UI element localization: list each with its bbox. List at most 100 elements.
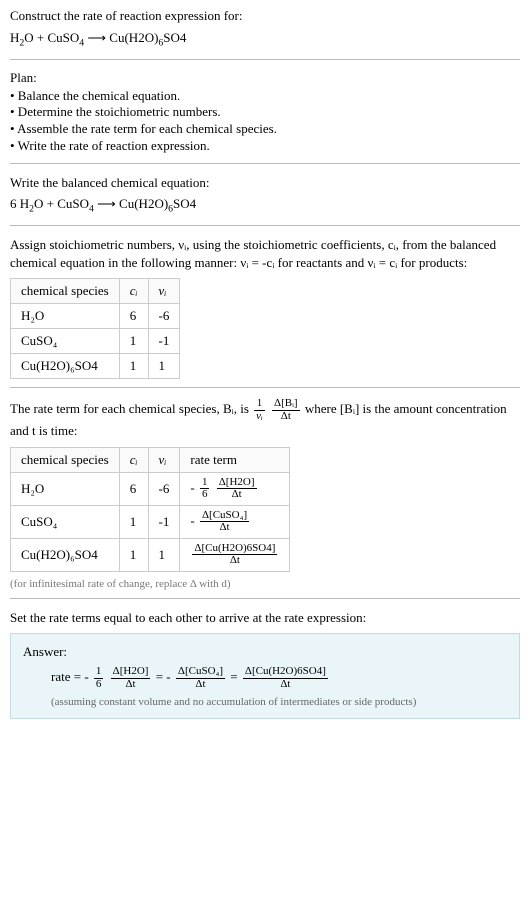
prompt-title: Construct the rate of reaction expressio… [10,8,520,24]
col-rate: rate term [180,447,290,472]
fraction: Δ[H2O]Δt [217,477,257,501]
t: O) [145,30,159,45]
fraction: 16 [94,666,104,690]
t: Δt [272,411,300,423]
rate-expression: rate = - 16 Δ[H2O]Δt = - Δ[CuSO₄]Δt = Δ[… [51,666,507,690]
cell: -6 [148,472,180,505]
t: Δ[Cu(H2O)6SO4] [243,666,328,679]
arrow-icon: ⟶ Cu(H [84,30,138,45]
rate-term-section: The rate term for each chemical species,… [10,398,520,590]
set-equal-section: Set the rate terms equal to each other t… [10,609,520,719]
col-ci: cᵢ [119,279,148,304]
fraction: 16 [200,477,210,501]
plan-item: • Balance the chemical equation. [10,88,520,105]
fraction: Δ[Cu(H2O)6SO4]Δt [192,543,277,567]
table-row: CuSO₄ 1 -1 - Δ[CuSO₄]Δt [11,505,290,538]
t: O + CuSO [34,196,89,211]
t: SO4 [163,30,186,45]
cell: 1 [119,354,148,379]
t: νᵢ [159,452,167,467]
t: Δ[CuSO₄] [176,666,225,679]
stoich-table: chemical species cᵢ νᵢ H₂O 6 -6 CuSO₄ 1 … [10,278,180,379]
cell: -1 [148,505,180,538]
divider [10,59,520,60]
t: The rate term for each chemical species,… [10,401,252,416]
cell: -1 [148,329,180,354]
fraction: Δ[H2O]Δt [111,666,151,690]
t: = [230,669,241,684]
divider [10,225,520,226]
t: O) [154,196,168,211]
cell: 1 [148,354,180,379]
col-ci: cᵢ [119,447,148,472]
table-row: H₂O 6 -6 - 16 Δ[H2O]Δt [11,472,290,505]
t: Δt [111,679,151,691]
t: Δt [243,679,328,691]
answer-title: Answer: [23,644,507,660]
t: νᵢ [159,283,167,298]
t: - [190,480,194,495]
fraction: Δ[Bᵢ]Δt [272,398,300,422]
cell: Cu(H2O)₆SO4 [11,538,120,571]
answer-note: (assuming constant volume and no accumul… [51,696,507,708]
t: Δt [176,679,225,691]
t: SO4 [173,196,196,211]
divider [10,387,520,388]
eq-text: H2O + CuSO4 ⟶ Cu(H2O)6SO4 [10,30,186,45]
t: = [156,669,167,684]
t: H [10,30,19,45]
plan-title: Plan: [10,70,520,86]
fraction: Δ[CuSO₄]Δt [176,666,225,690]
rate-term-text: The rate term for each chemical species,… [10,398,520,440]
t: 1 [94,666,104,679]
table-row: Cu(H2O)₆SO4 1 1 Δ[Cu(H2O)6SO4]Δt [11,538,290,571]
table-header-row: chemical species cᵢ νᵢ [11,279,180,304]
cell: H₂O [11,472,120,505]
t: - [84,669,88,684]
t: Δt [200,522,249,534]
cell: CuSO₄ [11,505,120,538]
plan-item: • Write the rate of reaction expression. [10,138,520,155]
t: Δ[Bᵢ] [272,398,300,411]
set-equal-text: Set the rate terms equal to each other t… [10,609,520,627]
cell: 6 [119,304,148,329]
t: Δt [217,489,257,501]
table-row: H₂O 6 -6 [11,304,180,329]
t: - [190,513,194,528]
plan-item: • Assemble the rate term for each chemic… [10,121,520,138]
fraction: Δ[Cu(H2O)6SO4]Δt [243,666,328,690]
t: Δ[H2O] [111,666,151,679]
t: 6 [200,489,210,501]
cell: 1 [119,329,148,354]
t: Δt [192,555,277,567]
cell: CuSO₄ [11,329,120,354]
rate-term-table: chemical species cᵢ νᵢ rate term H₂O 6 -… [10,447,290,572]
t: νᵢ [254,411,265,423]
cell: H₂O [11,304,120,329]
t: 6 [94,679,104,691]
cell: - Δ[CuSO₄]Δt [180,505,290,538]
plan-section: Plan: • Balance the chemical equation. •… [10,70,520,156]
balanced-section: Write the balanced chemical equation: 6 … [10,174,520,215]
t: cᵢ [130,452,138,467]
fraction: Δ[CuSO₄]Δt [200,510,249,534]
table-header-row: chemical species cᵢ νᵢ rate term [11,447,290,472]
balanced-equation: 6 H2O + CuSO4 ⟶ Cu(H2O)6SO4 [10,196,520,215]
answer-box: Answer: rate = - 16 Δ[H2O]Δt = - Δ[CuSO₄… [10,633,520,719]
cell: 1 [119,538,148,571]
cell: 1 [119,505,148,538]
plan-item: • Determine the stoichiometric numbers. [10,104,520,121]
t: - [166,669,170,684]
t: cᵢ [130,283,138,298]
cell: 1 [148,538,180,571]
t: rate = [51,669,84,684]
unbalanced-equation: H2O + CuSO4 ⟶ Cu(H2O)6SO4 [10,30,520,49]
col-species: chemical species [11,447,120,472]
table-row: Cu(H2O)₆SO4 1 1 [11,354,180,379]
cell: Cu(H2O)₆SO4 [11,354,120,379]
divider [10,598,520,599]
col-species: chemical species [11,279,120,304]
cell: Δ[Cu(H2O)6SO4]Δt [180,538,290,571]
t: 1 [254,398,265,411]
assign-section: Assign stoichiometric numbers, νᵢ, using… [10,236,520,379]
